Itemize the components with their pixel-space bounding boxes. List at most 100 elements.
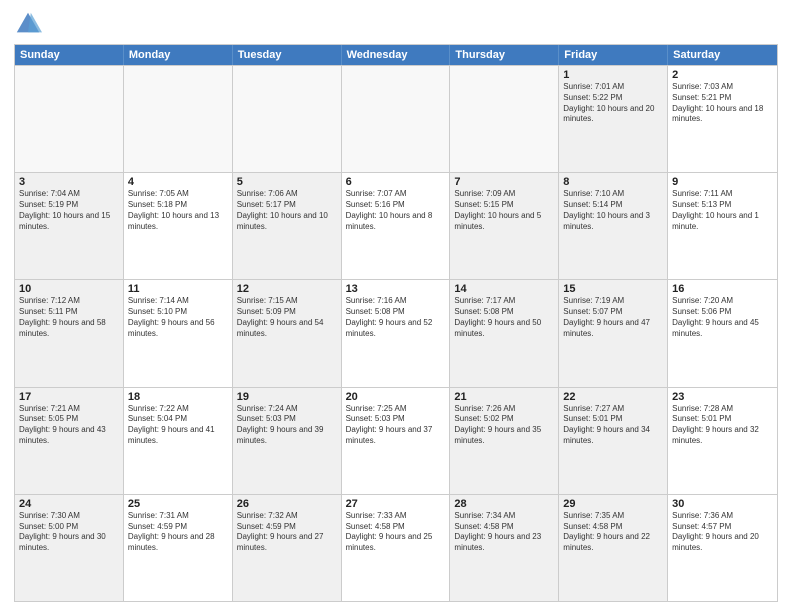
day-header-friday: Friday	[559, 45, 668, 65]
calendar-cell: 19Sunrise: 7:24 AM Sunset: 5:03 PM Dayli…	[233, 388, 342, 494]
calendar-cell: 15Sunrise: 7:19 AM Sunset: 5:07 PM Dayli…	[559, 280, 668, 386]
calendar-row-3: 17Sunrise: 7:21 AM Sunset: 5:05 PM Dayli…	[15, 387, 777, 494]
cell-info: Sunrise: 7:27 AM Sunset: 5:01 PM Dayligh…	[563, 404, 663, 447]
cell-info: Sunrise: 7:10 AM Sunset: 5:14 PM Dayligh…	[563, 189, 663, 232]
header	[14, 10, 778, 38]
day-number: 11	[128, 283, 228, 295]
day-number: 23	[672, 391, 773, 403]
calendar: SundayMondayTuesdayWednesdayThursdayFrid…	[14, 44, 778, 602]
day-number: 20	[346, 391, 446, 403]
calendar-cell: 13Sunrise: 7:16 AM Sunset: 5:08 PM Dayli…	[342, 280, 451, 386]
page: SundayMondayTuesdayWednesdayThursdayFrid…	[0, 0, 792, 612]
cell-info: Sunrise: 7:19 AM Sunset: 5:07 PM Dayligh…	[563, 296, 663, 339]
day-number: 22	[563, 391, 663, 403]
day-number: 2	[672, 69, 773, 81]
day-number: 21	[454, 391, 554, 403]
calendar-cell	[342, 66, 451, 172]
calendar-cell: 22Sunrise: 7:27 AM Sunset: 5:01 PM Dayli…	[559, 388, 668, 494]
calendar-cell: 9Sunrise: 7:11 AM Sunset: 5:13 PM Daylig…	[668, 173, 777, 279]
cell-info: Sunrise: 7:28 AM Sunset: 5:01 PM Dayligh…	[672, 404, 773, 447]
cell-info: Sunrise: 7:20 AM Sunset: 5:06 PM Dayligh…	[672, 296, 773, 339]
day-number: 12	[237, 283, 337, 295]
day-number: 18	[128, 391, 228, 403]
day-header-wednesday: Wednesday	[342, 45, 451, 65]
day-number: 17	[19, 391, 119, 403]
day-number: 10	[19, 283, 119, 295]
day-number: 5	[237, 176, 337, 188]
calendar-cell: 21Sunrise: 7:26 AM Sunset: 5:02 PM Dayli…	[450, 388, 559, 494]
cell-info: Sunrise: 7:12 AM Sunset: 5:11 PM Dayligh…	[19, 296, 119, 339]
calendar-cell: 30Sunrise: 7:36 AM Sunset: 4:57 PM Dayli…	[668, 495, 777, 601]
calendar-cell: 18Sunrise: 7:22 AM Sunset: 5:04 PM Dayli…	[124, 388, 233, 494]
calendar-cell: 25Sunrise: 7:31 AM Sunset: 4:59 PM Dayli…	[124, 495, 233, 601]
cell-info: Sunrise: 7:01 AM Sunset: 5:22 PM Dayligh…	[563, 82, 663, 125]
calendar-row-4: 24Sunrise: 7:30 AM Sunset: 5:00 PM Dayli…	[15, 494, 777, 601]
calendar-cell	[15, 66, 124, 172]
cell-info: Sunrise: 7:21 AM Sunset: 5:05 PM Dayligh…	[19, 404, 119, 447]
calendar-row-1: 3Sunrise: 7:04 AM Sunset: 5:19 PM Daylig…	[15, 172, 777, 279]
day-number: 28	[454, 498, 554, 510]
cell-info: Sunrise: 7:16 AM Sunset: 5:08 PM Dayligh…	[346, 296, 446, 339]
calendar-cell: 11Sunrise: 7:14 AM Sunset: 5:10 PM Dayli…	[124, 280, 233, 386]
cell-info: Sunrise: 7:06 AM Sunset: 5:17 PM Dayligh…	[237, 189, 337, 232]
cell-info: Sunrise: 7:04 AM Sunset: 5:19 PM Dayligh…	[19, 189, 119, 232]
day-number: 24	[19, 498, 119, 510]
cell-info: Sunrise: 7:35 AM Sunset: 4:58 PM Dayligh…	[563, 511, 663, 554]
day-number: 13	[346, 283, 446, 295]
day-header-sunday: Sunday	[15, 45, 124, 65]
cell-info: Sunrise: 7:32 AM Sunset: 4:59 PM Dayligh…	[237, 511, 337, 554]
calendar-cell	[450, 66, 559, 172]
day-number: 29	[563, 498, 663, 510]
calendar-cell: 27Sunrise: 7:33 AM Sunset: 4:58 PM Dayli…	[342, 495, 451, 601]
day-number: 19	[237, 391, 337, 403]
day-number: 25	[128, 498, 228, 510]
cell-info: Sunrise: 7:30 AM Sunset: 5:00 PM Dayligh…	[19, 511, 119, 554]
day-number: 9	[672, 176, 773, 188]
calendar-cell: 4Sunrise: 7:05 AM Sunset: 5:18 PM Daylig…	[124, 173, 233, 279]
calendar-cell: 10Sunrise: 7:12 AM Sunset: 5:11 PM Dayli…	[15, 280, 124, 386]
day-number: 1	[563, 69, 663, 81]
logo	[14, 10, 46, 38]
day-number: 7	[454, 176, 554, 188]
calendar-body: 1Sunrise: 7:01 AM Sunset: 5:22 PM Daylig…	[15, 65, 777, 601]
cell-info: Sunrise: 7:33 AM Sunset: 4:58 PM Dayligh…	[346, 511, 446, 554]
day-header-thursday: Thursday	[450, 45, 559, 65]
cell-info: Sunrise: 7:05 AM Sunset: 5:18 PM Dayligh…	[128, 189, 228, 232]
calendar-cell: 14Sunrise: 7:17 AM Sunset: 5:08 PM Dayli…	[450, 280, 559, 386]
calendar-row-0: 1Sunrise: 7:01 AM Sunset: 5:22 PM Daylig…	[15, 65, 777, 172]
calendar-cell: 8Sunrise: 7:10 AM Sunset: 5:14 PM Daylig…	[559, 173, 668, 279]
day-number: 14	[454, 283, 554, 295]
cell-info: Sunrise: 7:03 AM Sunset: 5:21 PM Dayligh…	[672, 82, 773, 125]
calendar-cell: 17Sunrise: 7:21 AM Sunset: 5:05 PM Dayli…	[15, 388, 124, 494]
calendar-cell: 2Sunrise: 7:03 AM Sunset: 5:21 PM Daylig…	[668, 66, 777, 172]
cell-info: Sunrise: 7:36 AM Sunset: 4:57 PM Dayligh…	[672, 511, 773, 554]
day-number: 30	[672, 498, 773, 510]
day-header-tuesday: Tuesday	[233, 45, 342, 65]
calendar-cell: 16Sunrise: 7:20 AM Sunset: 5:06 PM Dayli…	[668, 280, 777, 386]
day-header-monday: Monday	[124, 45, 233, 65]
calendar-cell: 23Sunrise: 7:28 AM Sunset: 5:01 PM Dayli…	[668, 388, 777, 494]
calendar-cell: 12Sunrise: 7:15 AM Sunset: 5:09 PM Dayli…	[233, 280, 342, 386]
logo-icon	[14, 10, 42, 38]
cell-info: Sunrise: 7:34 AM Sunset: 4:58 PM Dayligh…	[454, 511, 554, 554]
day-number: 15	[563, 283, 663, 295]
day-header-saturday: Saturday	[668, 45, 777, 65]
calendar-cell: 3Sunrise: 7:04 AM Sunset: 5:19 PM Daylig…	[15, 173, 124, 279]
cell-info: Sunrise: 7:22 AM Sunset: 5:04 PM Dayligh…	[128, 404, 228, 447]
day-number: 8	[563, 176, 663, 188]
cell-info: Sunrise: 7:11 AM Sunset: 5:13 PM Dayligh…	[672, 189, 773, 232]
calendar-cell: 7Sunrise: 7:09 AM Sunset: 5:15 PM Daylig…	[450, 173, 559, 279]
day-number: 6	[346, 176, 446, 188]
day-number: 16	[672, 283, 773, 295]
cell-info: Sunrise: 7:07 AM Sunset: 5:16 PM Dayligh…	[346, 189, 446, 232]
calendar-cell: 26Sunrise: 7:32 AM Sunset: 4:59 PM Dayli…	[233, 495, 342, 601]
calendar-cell: 6Sunrise: 7:07 AM Sunset: 5:16 PM Daylig…	[342, 173, 451, 279]
day-number: 4	[128, 176, 228, 188]
calendar-row-2: 10Sunrise: 7:12 AM Sunset: 5:11 PM Dayli…	[15, 279, 777, 386]
calendar-cell: 24Sunrise: 7:30 AM Sunset: 5:00 PM Dayli…	[15, 495, 124, 601]
cell-info: Sunrise: 7:26 AM Sunset: 5:02 PM Dayligh…	[454, 404, 554, 447]
day-number: 27	[346, 498, 446, 510]
calendar-cell: 5Sunrise: 7:06 AM Sunset: 5:17 PM Daylig…	[233, 173, 342, 279]
day-number: 26	[237, 498, 337, 510]
cell-info: Sunrise: 7:09 AM Sunset: 5:15 PM Dayligh…	[454, 189, 554, 232]
